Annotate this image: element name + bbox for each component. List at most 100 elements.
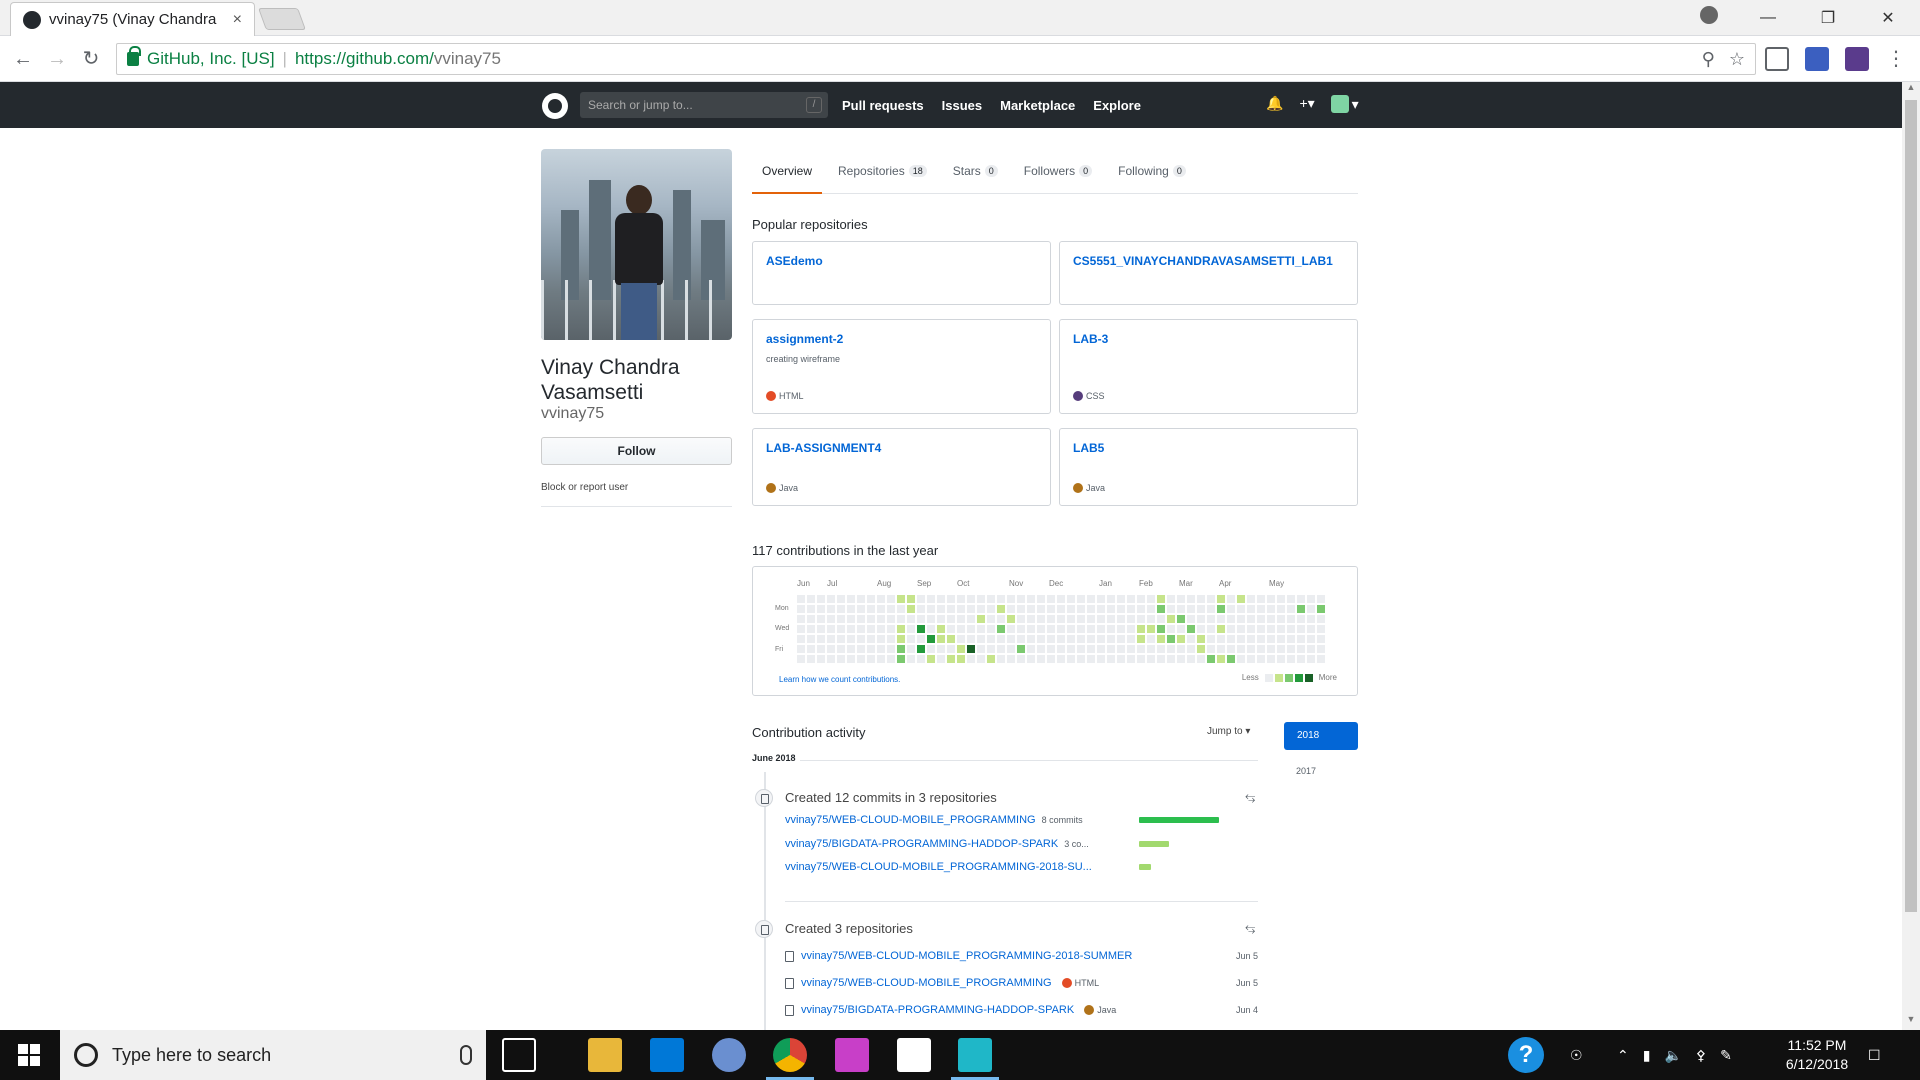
contribution-day-cell[interactable] (1287, 595, 1295, 603)
contribution-day-cell[interactable] (1117, 605, 1125, 613)
contribution-day-cell[interactable] (1277, 615, 1285, 623)
contribution-day-cell[interactable] (987, 655, 995, 663)
contribution-day-cell[interactable] (1167, 615, 1175, 623)
contribution-day-cell[interactable] (1217, 645, 1225, 653)
contribution-day-cell[interactable] (967, 655, 975, 663)
contribution-day-cell[interactable] (1107, 655, 1115, 663)
contribution-day-cell[interactable] (1057, 595, 1065, 603)
contribution-day-cell[interactable] (817, 645, 825, 653)
taskbar-search-input[interactable]: Type here to search (60, 1030, 486, 1080)
contribution-day-cell[interactable] (1047, 595, 1055, 603)
contribution-day-cell[interactable] (1177, 595, 1185, 603)
contribution-day-cell[interactable] (907, 655, 915, 663)
contribution-day-cell[interactable] (1167, 645, 1175, 653)
windows-start-icon[interactable] (18, 1044, 40, 1066)
contribution-day-cell[interactable] (937, 645, 945, 653)
contribution-day-cell[interactable] (1027, 655, 1035, 663)
cast-icon[interactable] (1765, 47, 1789, 71)
contribution-day-cell[interactable] (1287, 615, 1295, 623)
contribution-day-cell[interactable] (987, 615, 995, 623)
contribution-day-cell[interactable] (1287, 605, 1295, 613)
contribution-day-cell[interactable] (827, 605, 835, 613)
scroll-up-icon[interactable]: ▲ (1902, 82, 1920, 98)
contribution-day-cell[interactable] (997, 655, 1005, 663)
contribution-day-cell[interactable] (1307, 645, 1315, 653)
github-logo-icon[interactable] (542, 93, 568, 119)
contribution-day-cell[interactable] (967, 645, 975, 653)
contribution-day-cell[interactable] (977, 615, 985, 623)
contribution-day-cell[interactable] (847, 615, 855, 623)
chrome-menu-icon[interactable]: ⋮ (1883, 46, 1909, 72)
contribution-day-cell[interactable] (1067, 605, 1075, 613)
contribution-day-cell[interactable] (827, 595, 835, 603)
contribution-day-cell[interactable] (1207, 645, 1215, 653)
commit-repo-link[interactable]: vvinay75/WEB-CLOUD-MOBILE_PROGRAMMING (785, 814, 1036, 826)
contribution-day-cell[interactable] (1047, 635, 1055, 643)
contribution-day-cell[interactable] (897, 595, 905, 603)
contribution-day-cell[interactable] (957, 645, 965, 653)
contribution-day-cell[interactable] (1247, 605, 1255, 613)
contribution-day-cell[interactable] (817, 605, 825, 613)
contribution-day-cell[interactable] (887, 645, 895, 653)
contribution-day-cell[interactable] (1277, 655, 1285, 663)
contribution-day-cell[interactable] (837, 645, 845, 653)
contribution-day-cell[interactable] (837, 605, 845, 613)
contribution-day-cell[interactable] (857, 635, 865, 643)
pen-workspace-icon[interactable]: ✎ (1720, 1047, 1732, 1064)
contribution-day-cell[interactable] (997, 645, 1005, 653)
contribution-day-cell[interactable] (1097, 645, 1105, 653)
contribution-day-cell[interactable] (897, 635, 905, 643)
contribution-day-cell[interactable] (1107, 605, 1115, 613)
tab-followers[interactable]: Followers 0 (1014, 158, 1102, 193)
contribution-day-cell[interactable] (947, 605, 955, 613)
contribution-day-cell[interactable] (1027, 595, 1035, 603)
contribution-day-cell[interactable] (857, 625, 865, 633)
contribution-day-cell[interactable] (947, 655, 955, 663)
contribution-day-cell[interactable] (947, 625, 955, 633)
contribution-day-cell[interactable] (907, 635, 915, 643)
contribution-day-cell[interactable] (1307, 655, 1315, 663)
contribution-day-cell[interactable] (1087, 595, 1095, 603)
contribution-day-cell[interactable] (1097, 615, 1105, 623)
contribution-day-cell[interactable] (937, 615, 945, 623)
contribution-day-cell[interactable] (1257, 635, 1265, 643)
contribution-day-cell[interactable] (857, 605, 865, 613)
contribution-day-cell[interactable] (1237, 595, 1245, 603)
contribution-day-cell[interactable] (1087, 615, 1095, 623)
contribution-day-cell[interactable] (1297, 635, 1305, 643)
tab-following[interactable]: Following 0 (1108, 158, 1196, 193)
contribution-day-cell[interactable] (1197, 595, 1205, 603)
contribution-day-cell[interactable] (1067, 635, 1075, 643)
contribution-day-cell[interactable] (1217, 655, 1225, 663)
contribution-day-cell[interactable] (1277, 605, 1285, 613)
store-icon[interactable] (650, 1038, 684, 1072)
contribution-day-cell[interactable] (1287, 625, 1295, 633)
contribution-day-cell[interactable] (1307, 605, 1315, 613)
contribution-day-cell[interactable] (1207, 595, 1215, 603)
block-report-link[interactable]: Block or report user (541, 482, 628, 493)
contribution-day-cell[interactable] (1137, 655, 1145, 663)
learn-contributions-link[interactable]: Learn how we count contributions. (779, 675, 900, 684)
contribution-day-cell[interactable] (847, 595, 855, 603)
contribution-day-cell[interactable] (1167, 625, 1175, 633)
contribution-day-cell[interactable] (1217, 635, 1225, 643)
contribution-day-cell[interactable] (1247, 645, 1255, 653)
contribution-day-cell[interactable] (897, 605, 905, 613)
contribution-day-cell[interactable] (1027, 615, 1035, 623)
contribution-day-cell[interactable] (1257, 595, 1265, 603)
contribution-day-cell[interactable] (1237, 615, 1245, 623)
contribution-day-cell[interactable] (847, 605, 855, 613)
contribution-day-cell[interactable] (1137, 645, 1145, 653)
contribution-day-cell[interactable] (1047, 655, 1055, 663)
contribution-day-cell[interactable] (1177, 645, 1185, 653)
nav-issues[interactable]: Issues (942, 98, 982, 113)
wifi-icon[interactable]: ⚴ (1696, 1047, 1706, 1064)
contribution-day-cell[interactable] (1207, 655, 1215, 663)
contribution-day-cell[interactable] (1307, 625, 1315, 633)
contribution-day-cell[interactable] (927, 635, 935, 643)
create-new-plus-icon[interactable]: +▾ (1299, 95, 1314, 113)
contribution-day-cell[interactable] (1177, 655, 1185, 663)
contribution-day-cell[interactable] (1187, 605, 1195, 613)
tab-overview[interactable]: Overview (752, 158, 823, 194)
volume-muted-icon[interactable]: 🔈 (1664, 1047, 1681, 1064)
